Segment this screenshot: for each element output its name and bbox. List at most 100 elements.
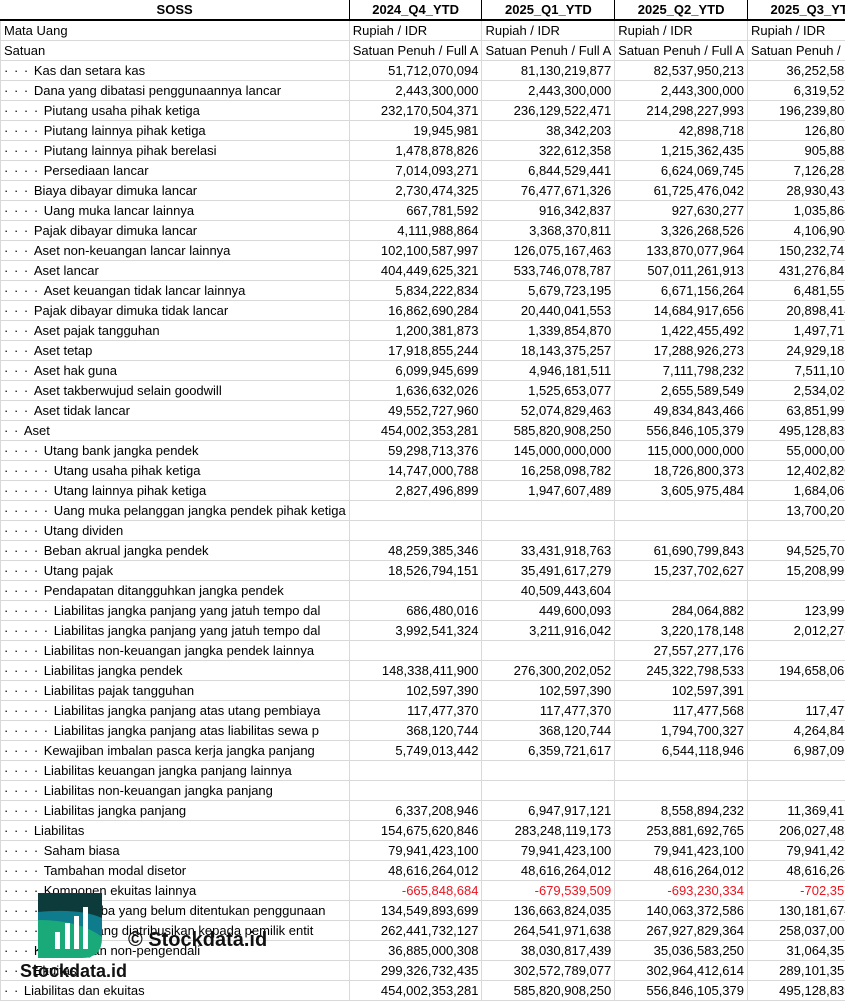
row-label-cell[interactable]: · · · · Liabilitas jangka panjang xyxy=(1,801,350,821)
value-cell[interactable]: 3,220,178,148 xyxy=(615,621,748,641)
value-cell[interactable]: 12,402,820,428 xyxy=(748,461,845,481)
value-cell[interactable]: 18,726,800,373 xyxy=(615,461,748,481)
value-cell[interactable]: 196,239,803,929 xyxy=(748,101,845,121)
value-cell[interactable] xyxy=(482,761,615,781)
row-label-cell[interactable]: · · · · Ekuitas yang diatribusikan kepad… xyxy=(1,921,350,941)
value-cell[interactable]: 1,339,854,870 xyxy=(482,321,615,341)
header-period[interactable]: 2025_Q2_YTD xyxy=(615,0,748,20)
value-cell[interactable]: 5,749,013,442 xyxy=(349,741,482,761)
value-cell[interactable]: 117,477,370 xyxy=(349,701,482,721)
meta-value[interactable]: Satuan Penuh / Full A xyxy=(349,41,482,61)
value-cell[interactable]: 262,441,732,127 xyxy=(349,921,482,941)
value-cell[interactable]: 48,616,264,012 xyxy=(482,861,615,881)
value-cell[interactable]: 927,630,277 xyxy=(615,201,748,221)
value-cell[interactable]: 276,300,202,052 xyxy=(482,661,615,681)
value-cell[interactable]: 1,684,069,766 xyxy=(748,481,845,501)
value-cell[interactable]: 42,898,718 xyxy=(615,121,748,141)
value-cell[interactable]: 6,671,156,264 xyxy=(615,281,748,301)
value-cell[interactable]: 6,844,529,441 xyxy=(482,161,615,181)
value-cell[interactable]: 102,100,587,997 xyxy=(349,241,482,261)
value-cell[interactable]: 533,746,078,787 xyxy=(482,261,615,281)
value-cell[interactable] xyxy=(349,641,482,661)
row-label-cell[interactable]: · · · · Pendapatan ditangguhkan jangka p… xyxy=(1,581,350,601)
row-label-cell[interactable]: · · · Aset pajak tangguhan xyxy=(1,321,350,341)
value-cell[interactable]: 102,597,390 xyxy=(349,681,482,701)
value-cell[interactable]: 145,000,000,000 xyxy=(482,441,615,461)
value-cell[interactable]: 556,846,105,379 xyxy=(615,981,748,1001)
row-label-cell[interactable]: · · · · Liabilitas pajak tangguhan xyxy=(1,681,350,701)
value-cell[interactable]: 102,597,391 xyxy=(615,681,748,701)
value-cell[interactable] xyxy=(748,761,845,781)
value-cell[interactable]: 6,987,095,350 xyxy=(748,741,845,761)
value-cell[interactable]: 126,075,167,463 xyxy=(482,241,615,261)
value-cell[interactable]: 82,537,950,213 xyxy=(615,61,748,81)
row-label-cell[interactable]: · · · Biaya dibayar dimuka lancar xyxy=(1,181,350,201)
value-cell[interactable]: 289,101,356,948 xyxy=(748,961,845,981)
row-label-cell[interactable]: · · Liabilitas dan ekuitas xyxy=(1,981,350,1001)
value-cell[interactable] xyxy=(482,641,615,661)
value-cell[interactable]: 33,431,918,763 xyxy=(482,541,615,561)
value-cell[interactable]: 126,807,682 xyxy=(748,121,845,141)
value-cell[interactable]: 79,941,423,100 xyxy=(349,841,482,861)
value-cell[interactable]: -665,848,684 xyxy=(349,881,482,901)
value-cell[interactable]: 61,725,476,042 xyxy=(615,181,748,201)
row-label-cell[interactable]: · · · · · Utang usaha pihak ketiga xyxy=(1,461,350,481)
value-cell[interactable]: 61,690,799,843 xyxy=(615,541,748,561)
value-cell[interactable]: 7,111,798,232 xyxy=(615,361,748,381)
value-cell[interactable]: 449,600,093 xyxy=(482,601,615,621)
value-cell[interactable]: 3,211,916,042 xyxy=(482,621,615,641)
value-cell[interactable]: 14,747,000,788 xyxy=(349,461,482,481)
row-label-cell[interactable]: · · · Liabilitas xyxy=(1,821,350,841)
value-cell[interactable] xyxy=(349,781,482,801)
row-label-cell[interactable]: · · · · Liabilitas non-keuangan jangka p… xyxy=(1,781,350,801)
row-label-cell[interactable]: · · · Dana yang dibatasi penggunaannya l… xyxy=(1,81,350,101)
value-cell[interactable]: 16,258,098,782 xyxy=(482,461,615,481)
value-cell[interactable]: 27,557,277,176 xyxy=(615,641,748,661)
meta-label[interactable]: Mata Uang xyxy=(1,20,350,41)
value-cell[interactable]: -679,539,509 xyxy=(482,881,615,901)
value-cell[interactable]: 214,298,227,993 xyxy=(615,101,748,121)
row-label-cell[interactable]: · · · · · Uang muka pelanggan jangka pen… xyxy=(1,501,350,521)
value-cell[interactable]: 35,036,583,250 xyxy=(615,941,748,961)
value-cell[interactable] xyxy=(748,681,845,701)
value-cell[interactable]: 686,480,016 xyxy=(349,601,482,621)
value-cell[interactable]: 7,511,103,846 xyxy=(748,361,845,381)
value-cell[interactable]: 2,655,589,549 xyxy=(615,381,748,401)
value-cell[interactable]: 15,237,702,627 xyxy=(615,561,748,581)
value-cell[interactable] xyxy=(615,761,748,781)
row-label-cell[interactable]: · · · Aset tidak lancar xyxy=(1,401,350,421)
value-cell[interactable]: 431,276,841,905 xyxy=(748,261,845,281)
value-cell[interactable] xyxy=(482,521,615,541)
value-cell[interactable]: 15,208,992,714 xyxy=(748,561,845,581)
value-cell[interactable]: 283,248,119,173 xyxy=(482,821,615,841)
meta-value[interactable]: Rupiah / IDR xyxy=(482,20,615,41)
value-cell[interactable]: 245,322,798,533 xyxy=(615,661,748,681)
value-cell[interactable]: 2,730,474,325 xyxy=(349,181,482,201)
value-cell[interactable]: 24,929,181,689 xyxy=(748,341,845,361)
value-cell[interactable]: 258,037,003,608 xyxy=(748,921,845,941)
value-cell[interactable]: 4,106,904,763 xyxy=(748,221,845,241)
value-cell[interactable]: 136,663,824,035 xyxy=(482,901,615,921)
value-cell[interactable] xyxy=(748,521,845,541)
value-cell[interactable]: 79,941,423,100 xyxy=(748,841,845,861)
value-cell[interactable]: 28,930,438,204 xyxy=(748,181,845,201)
value-cell[interactable]: 2,443,300,000 xyxy=(349,81,482,101)
row-label-cell[interactable]: · · · · Tambahan modal disetor xyxy=(1,861,350,881)
value-cell[interactable]: 404,449,625,321 xyxy=(349,261,482,281)
value-cell[interactable]: 49,552,727,960 xyxy=(349,401,482,421)
value-cell[interactable]: 6,624,069,745 xyxy=(615,161,748,181)
value-cell[interactable]: 368,120,744 xyxy=(349,721,482,741)
row-label-cell[interactable]: · · · · · Liabilitas jangka panjang yang… xyxy=(1,601,350,621)
row-label-cell[interactable]: · · · Aset hak guna xyxy=(1,361,350,381)
value-cell[interactable] xyxy=(615,781,748,801)
row-label-cell[interactable]: · · · · · Saldo laba yang belum ditentuk… xyxy=(1,901,350,921)
meta-value[interactable]: Satuan Penuh / Full A xyxy=(748,41,845,61)
value-cell[interactable] xyxy=(615,501,748,521)
value-cell[interactable]: 2,012,278,487 xyxy=(748,621,845,641)
value-cell[interactable] xyxy=(482,501,615,521)
value-cell[interactable]: 123,991,927 xyxy=(748,601,845,621)
row-label-cell[interactable]: · · · · Saham biasa xyxy=(1,841,350,861)
value-cell[interactable]: 368,120,744 xyxy=(482,721,615,741)
value-cell[interactable]: 1,497,713,353 xyxy=(748,321,845,341)
row-label-cell[interactable]: · · · · Liabilitas jangka pendek xyxy=(1,661,350,681)
